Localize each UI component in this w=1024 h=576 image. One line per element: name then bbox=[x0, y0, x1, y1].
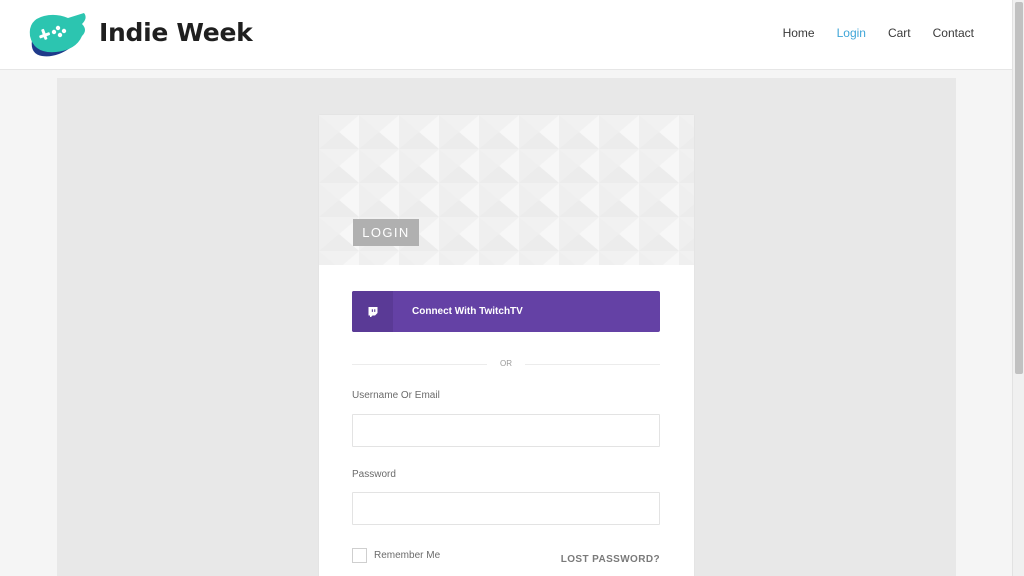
or-separator: OR bbox=[352, 359, 660, 371]
username-input[interactable] bbox=[352, 414, 660, 447]
nav-login[interactable]: Login bbox=[837, 26, 866, 40]
brand-name[interactable]: Indie Week bbox=[99, 18, 253, 47]
separator-line-right bbox=[525, 364, 660, 365]
login-card: LOGIN Connect With TwitchTV OR Username … bbox=[319, 115, 694, 576]
nav-contact[interactable]: Contact bbox=[933, 26, 974, 40]
nav-home[interactable]: Home bbox=[783, 26, 815, 40]
username-label: Username Or Email bbox=[352, 390, 440, 401]
page: Indie Week Home Login Cart Contact LOGIN… bbox=[0, 0, 1024, 576]
site-header: Indie Week Home Login Cart Contact bbox=[0, 0, 1012, 70]
login-title-badge: LOGIN bbox=[353, 219, 419, 246]
password-input[interactable] bbox=[352, 492, 660, 525]
gamepad-logo-icon[interactable] bbox=[26, 10, 90, 60]
remember-me[interactable]: Remember Me bbox=[352, 548, 440, 563]
remember-me-checkbox[interactable] bbox=[352, 548, 367, 563]
password-label: Password bbox=[352, 469, 396, 480]
scrollbar-thumb[interactable] bbox=[1015, 2, 1023, 374]
connect-twitch-button[interactable]: Connect With TwitchTV bbox=[352, 291, 660, 332]
nav-cart[interactable]: Cart bbox=[888, 26, 911, 40]
remember-me-label: Remember Me bbox=[374, 550, 441, 561]
main-nav: Home Login Cart Contact bbox=[761, 26, 974, 40]
page-scrollbar[interactable] bbox=[1012, 0, 1024, 576]
login-card-hero: LOGIN bbox=[319, 115, 694, 265]
lost-password-link[interactable]: LOST PASSWORD? bbox=[561, 554, 660, 565]
connect-twitch-label: Connect With TwitchTV bbox=[412, 306, 523, 317]
twitch-icon bbox=[352, 291, 393, 332]
